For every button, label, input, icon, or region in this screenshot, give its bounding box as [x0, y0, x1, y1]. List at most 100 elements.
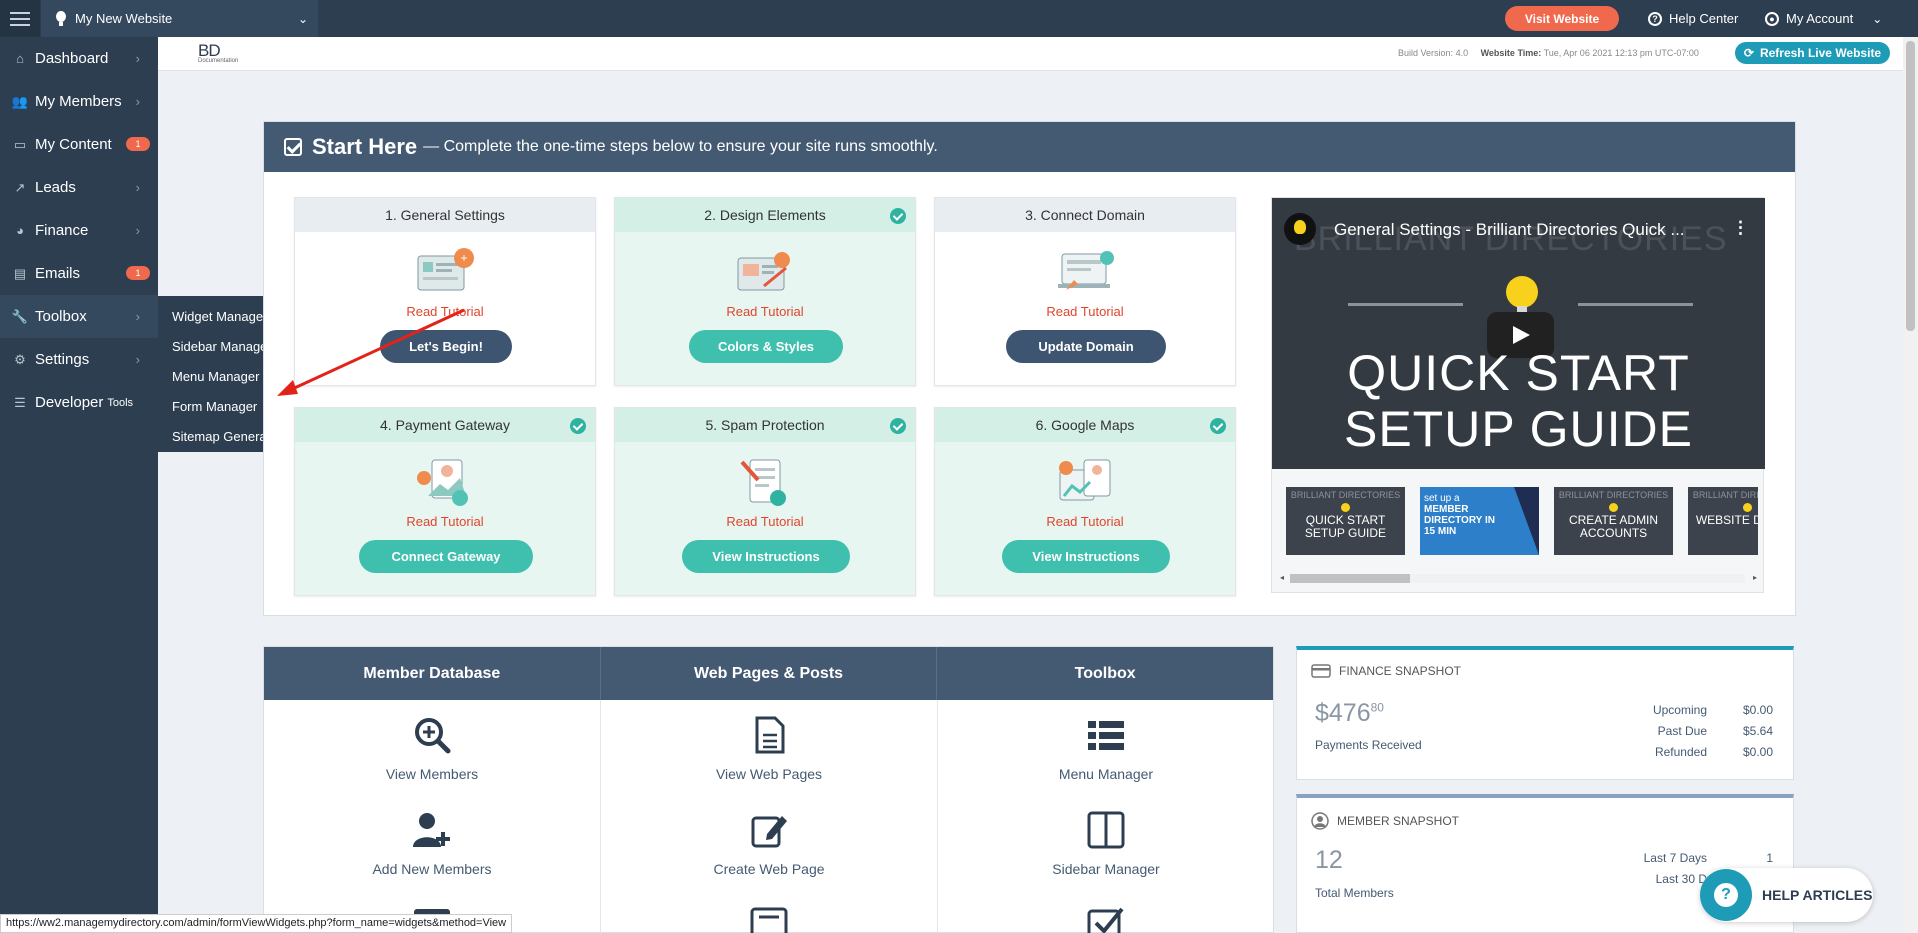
- site-name: My New Website: [75, 11, 173, 26]
- chevron-right-icon: ›: [135, 94, 140, 109]
- top-bar: My New Website ⌄ Visit Website ? Help Ce…: [0, 0, 1918, 37]
- colors-styles-button[interactable]: Colors & Styles: [689, 330, 843, 363]
- video-player[interactable]: BRILLIANT DIRECTORIES General Settings -…: [1272, 198, 1765, 469]
- quick-tools-panel: Member Database Web Pages & Posts Toolbo…: [263, 646, 1274, 933]
- sidebar-item-settings[interactable]: ⚙ Settings ›: [0, 338, 158, 381]
- step-card-google-maps: 6. Google Maps Read Tutorial View Instru…: [934, 407, 1236, 596]
- view-instructions-button[interactable]: View Instructions: [682, 540, 850, 573]
- sidebar-item-label: Dashboard: [35, 50, 109, 67]
- playlist-thumb[interactable]: BRILLIANT DIRECTORIES WEBSITE DESIGN: [1688, 487, 1758, 555]
- payment-illustration-icon: [417, 459, 468, 506]
- view-instructions-button[interactable]: View Instructions: [1002, 540, 1170, 573]
- domain-illustration-icon: [1058, 251, 1114, 290]
- user-plus-icon: [413, 813, 450, 847]
- read-tutorial-link[interactable]: Read Tutorial: [935, 304, 1235, 319]
- sliders-icon: ☰: [14, 394, 26, 410]
- question-icon: ?: [1648, 11, 1662, 26]
- help-circle: ?: [1700, 869, 1752, 921]
- row-label: Upcoming: [1652, 703, 1707, 717]
- playlist-thumb[interactable]: BRILLIANT DIRECTORIES QUICK START SETUP …: [1286, 487, 1405, 555]
- connect-gateway-button[interactable]: Connect Gateway: [359, 540, 533, 573]
- step-card-design-elements: 2. Design Elements Read Tutorial Colors …: [614, 197, 916, 386]
- home-icon: ⌂: [16, 51, 24, 66]
- read-tutorial-link[interactable]: Read Tutorial: [935, 514, 1235, 529]
- folder-icon: ▭: [13, 136, 27, 152]
- help-center-label: Help Center: [1669, 11, 1739, 26]
- video-playlist: BRILLIANT DIRECTORIES QUICK START SETUP …: [1286, 487, 1758, 555]
- sidebar-item-my-content[interactable]: ▭ My Content 1: [0, 123, 158, 166]
- sidebar-item-toolbox[interactable]: 🔧 Toolbox ›: [0, 295, 158, 338]
- playlist-scrollbar[interactable]: ◂ ▸: [1278, 571, 1759, 586]
- scrollbar-thumb[interactable]: [1906, 41, 1915, 331]
- row-label: Past Due: [1657, 724, 1707, 738]
- sidebar-item-developer-tools[interactable]: ☰ Developer Tools: [0, 381, 158, 424]
- column-header: Member Database: [264, 647, 601, 700]
- pages-more-tool[interactable]: [601, 905, 937, 933]
- chevron-right-icon: ›: [135, 352, 140, 367]
- sidebar-item-emails[interactable]: ▤ Emails 1: [0, 252, 158, 295]
- channel-logo-icon[interactable]: [1284, 213, 1316, 245]
- sidebar-item-leads[interactable]: ↗ Leads ›: [0, 166, 158, 209]
- sidebar-item-label: Settings: [35, 351, 90, 368]
- lightbulb-icon: [1609, 503, 1618, 512]
- my-account-label: My Account: [1786, 11, 1854, 26]
- read-tutorial-link[interactable]: Read Tutorial: [295, 304, 595, 319]
- step-card-spam-protection: 5. Spam Protection Read Tutorial View In…: [614, 407, 916, 596]
- check-square-icon: [1087, 907, 1124, 933]
- scroll-right-icon[interactable]: ▸: [1753, 573, 1757, 582]
- checkbox-icon: [284, 138, 302, 156]
- row-label: Refunded: [1654, 745, 1707, 759]
- help-center-link[interactable]: ? Help Center: [1648, 0, 1738, 37]
- toolbox-more-tool[interactable]: [938, 905, 1274, 933]
- visit-website-button[interactable]: Visit Website: [1505, 6, 1619, 31]
- playlist-thumb[interactable]: BRILLIANT DIRECTORIES CREATE ADMIN ACCOU…: [1554, 487, 1673, 555]
- step-title: 5. Spam Protection: [705, 417, 825, 433]
- sidebar-item-finance[interactable]: ◕ Finance ›: [0, 209, 158, 252]
- help-articles-button[interactable]: ? HELP ARTICLES: [1700, 868, 1873, 922]
- read-tutorial-link[interactable]: Read Tutorial: [615, 514, 915, 529]
- view-members-tool[interactable]: View Members: [264, 715, 600, 782]
- read-tutorial-link[interactable]: Read Tutorial: [295, 514, 595, 529]
- video-title[interactable]: General Settings - Brilliant Directories…: [1334, 220, 1685, 240]
- chevron-right-icon: ›: [135, 223, 140, 238]
- refresh-live-website-button[interactable]: ⟳ Refresh Live Website: [1735, 42, 1890, 64]
- sidebar: ⌂ Dashboard › 👥 My Members › ▭ My Conten…: [0, 37, 158, 933]
- video-headline-1: QUICK START: [1347, 345, 1690, 401]
- scroll-left-icon[interactable]: ◂: [1280, 573, 1284, 582]
- payments-total: $47680: [1315, 699, 1384, 728]
- list-alt-icon: [750, 907, 788, 933]
- my-account-menu[interactable]: ● My Account ⌄: [1765, 0, 1882, 37]
- spam-protection-illustration-icon: [740, 459, 786, 506]
- row-value: $0.00: [1742, 703, 1773, 717]
- playlist-thumb[interactable]: set up a MEMBER DIRECTORY IN 15 MIN: [1420, 487, 1539, 555]
- sidebar-item-dashboard[interactable]: ⌂ Dashboard ›: [0, 37, 158, 80]
- lightbulb-icon: [1743, 503, 1752, 512]
- create-web-page-tool[interactable]: Create Web Page: [601, 810, 937, 877]
- view-web-pages-tool[interactable]: View Web Pages: [601, 715, 937, 782]
- step-card-general-settings: 1. General Settings + Read Tutorial Let'…: [294, 197, 596, 386]
- update-domain-button[interactable]: Update Domain: [1006, 330, 1166, 363]
- read-tutorial-link[interactable]: Read Tutorial: [615, 304, 915, 319]
- row-value: $0.00: [1742, 745, 1773, 759]
- step-header: 5. Spam Protection: [615, 408, 915, 442]
- thumb-brand: BRILLIANT DIRECTORIES: [1290, 490, 1401, 500]
- menu-toggle-button[interactable]: [0, 0, 40, 37]
- member-snapshot-header: Member Snapshot: [1311, 812, 1459, 830]
- brand-logo[interactable]: BD Documentation: [198, 41, 258, 69]
- page-scrollbar[interactable]: [1903, 37, 1918, 933]
- more-options-icon[interactable]: ⋮: [1732, 218, 1749, 238]
- svg-text:+: +: [460, 251, 467, 265]
- start-here-subtitle: — Complete the one-time steps below to e…: [423, 138, 938, 155]
- user-icon: ●: [1765, 11, 1779, 26]
- step-header: 6. Google Maps: [935, 408, 1235, 442]
- add-new-members-tool[interactable]: Add New Members: [264, 810, 600, 877]
- menu-manager-tool[interactable]: Menu Manager: [938, 715, 1274, 782]
- sidebar-manager-tool[interactable]: Sidebar Manager: [938, 810, 1274, 877]
- sidebar-item-my-members[interactable]: 👥 My Members ›: [0, 80, 158, 123]
- refresh-label: Refresh Live Website: [1759, 46, 1882, 60]
- thumb-title: WEBSITE DESIGN: [1695, 513, 1758, 527]
- build-value: 4.0: [1455, 48, 1469, 58]
- scrollbar-thumb[interactable]: [1290, 574, 1410, 583]
- lets-begin-button[interactable]: Let's Begin!: [380, 330, 512, 363]
- site-selector[interactable]: My New Website ⌄: [40, 0, 318, 37]
